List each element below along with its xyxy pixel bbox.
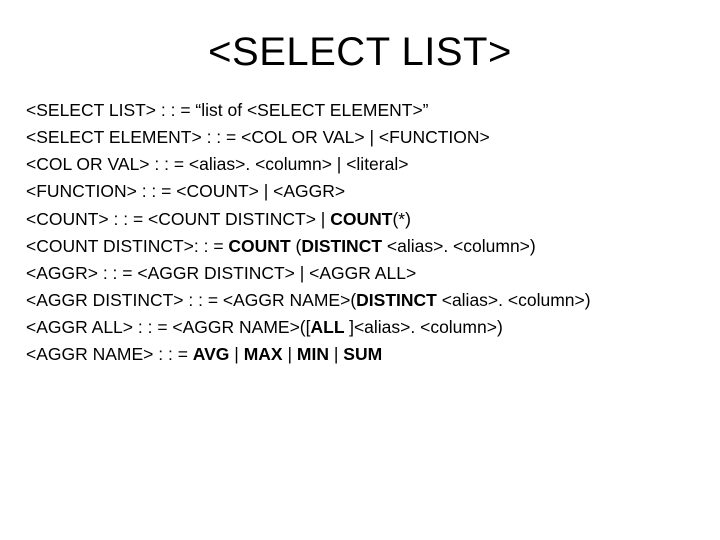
rule-text: <COUNT DISTINCT>: : = xyxy=(26,236,228,256)
keyword: SUM xyxy=(343,344,382,364)
rule-text: ]<alias>. <column>) xyxy=(349,317,503,337)
keyword: AVG xyxy=(193,344,235,364)
grammar-rule: <SELECT LIST> : : = “list of <SELECT ELE… xyxy=(26,97,694,124)
grammar-rule: <AGGR DISTINCT> : : = <AGGR NAME>(DISTIN… xyxy=(26,287,694,314)
rule-text: <SELECT LIST> : : = “list of <SELECT ELE… xyxy=(26,100,429,120)
rule-text: <COL OR VAL> : : = <alias>. <column> | <… xyxy=(26,154,408,174)
rule-text: <COUNT> : : = <COUNT DISTINCT> | xyxy=(26,209,330,229)
rule-text: <AGGR ALL> : : = <AGGR NAME>([ xyxy=(26,317,311,337)
keyword: COUNT xyxy=(330,209,392,229)
slide: <SELECT LIST> <SELECT LIST> : : = “list … xyxy=(0,0,720,540)
grammar-rule: <COUNT DISTINCT>: : = COUNT (DISTINCT <a… xyxy=(26,233,694,260)
rule-text: <AGGR NAME> : : = xyxy=(26,344,193,364)
keyword: DISTINCT xyxy=(301,236,387,256)
rule-text: <alias>. <column>) xyxy=(442,290,591,310)
keyword: DISTINCT xyxy=(356,290,442,310)
grammar-rule: <SELECT ELEMENT> : : = <COL OR VAL> | <F… xyxy=(26,124,694,151)
rule-text: | xyxy=(287,344,296,364)
grammar-rule: <AGGR NAME> : : = AVG | MAX | MIN | SUM xyxy=(26,341,694,368)
rule-text: <AGGR> : : = <AGGR DISTINCT> | <AGGR ALL… xyxy=(26,263,416,283)
page-title: <SELECT LIST> xyxy=(26,30,694,75)
rule-text: (*) xyxy=(392,209,410,229)
grammar-rules: <SELECT LIST> : : = “list of <SELECT ELE… xyxy=(26,97,694,368)
grammar-rule: <AGGR> : : = <AGGR DISTINCT> | <AGGR ALL… xyxy=(26,260,694,287)
keyword: MAX xyxy=(244,344,288,364)
grammar-rule: <COUNT> : : = <COUNT DISTINCT> | COUNT(*… xyxy=(26,206,694,233)
grammar-rule: <FUNCTION> : : = <COUNT> | <AGGR> xyxy=(26,178,694,205)
keyword: MIN xyxy=(297,344,334,364)
rule-text: <SELECT ELEMENT> : : = <COL OR VAL> | <F… xyxy=(26,127,490,147)
rule-text: | xyxy=(234,344,243,364)
rule-text: | xyxy=(334,344,343,364)
keyword: ALL xyxy=(311,317,350,337)
rule-text: <alias>. <column>) xyxy=(387,236,536,256)
grammar-rule: <AGGR ALL> : : = <AGGR NAME>([ALL ]<alia… xyxy=(26,314,694,341)
keyword: COUNT xyxy=(228,236,295,256)
rule-text: <AGGR DISTINCT> : : = <AGGR NAME>( xyxy=(26,290,356,310)
grammar-rule: <COL OR VAL> : : = <alias>. <column> | <… xyxy=(26,151,694,178)
rule-text: <FUNCTION> : : = <COUNT> | <AGGR> xyxy=(26,181,345,201)
